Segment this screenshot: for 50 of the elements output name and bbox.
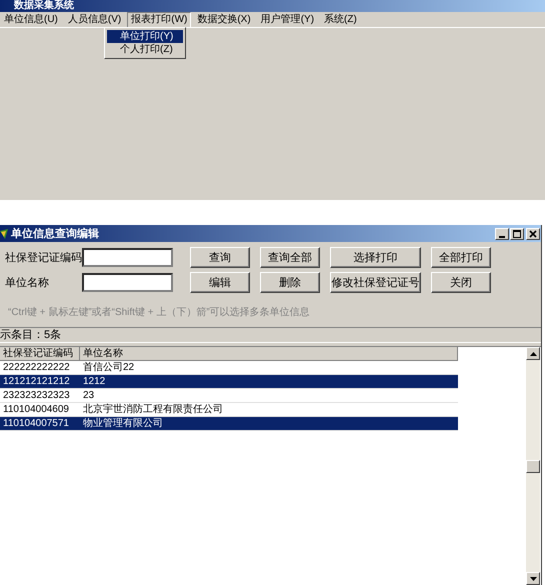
minimize-button[interactable] <box>495 228 509 240</box>
table-cell-text: 232323232323 <box>2 389 71 402</box>
status-text: 示条目：5条 <box>0 327 541 343</box>
scrollbar[interactable] <box>526 347 540 585</box>
scroll-down-button[interactable] <box>526 572 540 585</box>
scroll-thumb[interactable] <box>526 460 540 473</box>
action-button[interactable]: 查询 <box>190 247 250 268</box>
column-header[interactable]: 社保登记证编码 <box>0 347 80 361</box>
table-cell: 物业管理有限公司 <box>80 417 458 430</box>
table-cell-text: 首信公司22 <box>82 361 136 374</box>
close-button[interactable] <box>526 228 540 240</box>
table-cell-text: 北京宇世消防工程有限责任公司 <box>82 403 224 416</box>
hint-text: “Ctrl键 + 鼠标左键”或者“Shift键 + 上（下）箭”可以选择多条单位信息 <box>7 306 311 320</box>
menu-item[interactable]: 数据交换(X) <box>193 12 255 28</box>
action-button[interactable]: 修改社保登记证号 <box>330 272 421 293</box>
maximize-icon <box>513 230 521 238</box>
scroll-up-button[interactable] <box>526 347 540 360</box>
menu-item[interactable]: 人员信息(V) <box>64 12 126 28</box>
menu-item[interactable]: 单位信息(U) <box>0 12 62 28</box>
table-row[interactable]: 110104007571 物业管理有限公司 <box>0 417 458 431</box>
menu-item[interactable]: 用户管理(Y) <box>256 12 318 28</box>
maximize-button[interactable] <box>510 228 524 240</box>
action-button[interactable]: 编辑 <box>190 272 250 293</box>
table-cell-text: 110104004609 <box>2 403 70 416</box>
table-cell-text: 222222222222 <box>2 361 71 374</box>
table-cell: 1212 <box>80 375 458 388</box>
menu-item[interactable]: 个人打印(Z) <box>107 43 183 56</box>
table-cell: 121212121212 <box>0 375 80 388</box>
action-button[interactable]: 全部打印 <box>431 247 491 268</box>
close-icon <box>529 230 537 238</box>
window-title: 单位信息查询编辑 <box>11 226 100 241</box>
field-label: 单位名称 <box>5 276 50 290</box>
up-arrow-icon <box>530 352 536 356</box>
table-row[interactable]: 232323232323 23 <box>0 389 458 403</box>
column-header[interactable]: 单位名称 <box>80 347 458 361</box>
minimize-icon <box>499 236 505 238</box>
input-field[interactable] <box>82 248 173 267</box>
table-cell-text: 23 <box>82 389 96 402</box>
action-button[interactable]: 选择打印 <box>330 247 421 268</box>
table-cell: 110104007571 <box>0 417 80 430</box>
action-button[interactable]: 查询全部 <box>260 247 320 268</box>
action-button[interactable]: 删除 <box>260 272 320 293</box>
menu-item[interactable]: 系统(Z) <box>320 12 361 28</box>
down-arrow-icon <box>530 576 536 580</box>
field-label: 社保登记证编码 <box>5 251 82 265</box>
input-field[interactable] <box>82 273 173 292</box>
app-icon <box>0 228 8 238</box>
action-button[interactable]: 关闭 <box>431 272 491 293</box>
menu-item[interactable]: 单位打印(Y) <box>107 30 183 43</box>
table-row[interactable]: 121212121212 1212 <box>0 375 458 389</box>
